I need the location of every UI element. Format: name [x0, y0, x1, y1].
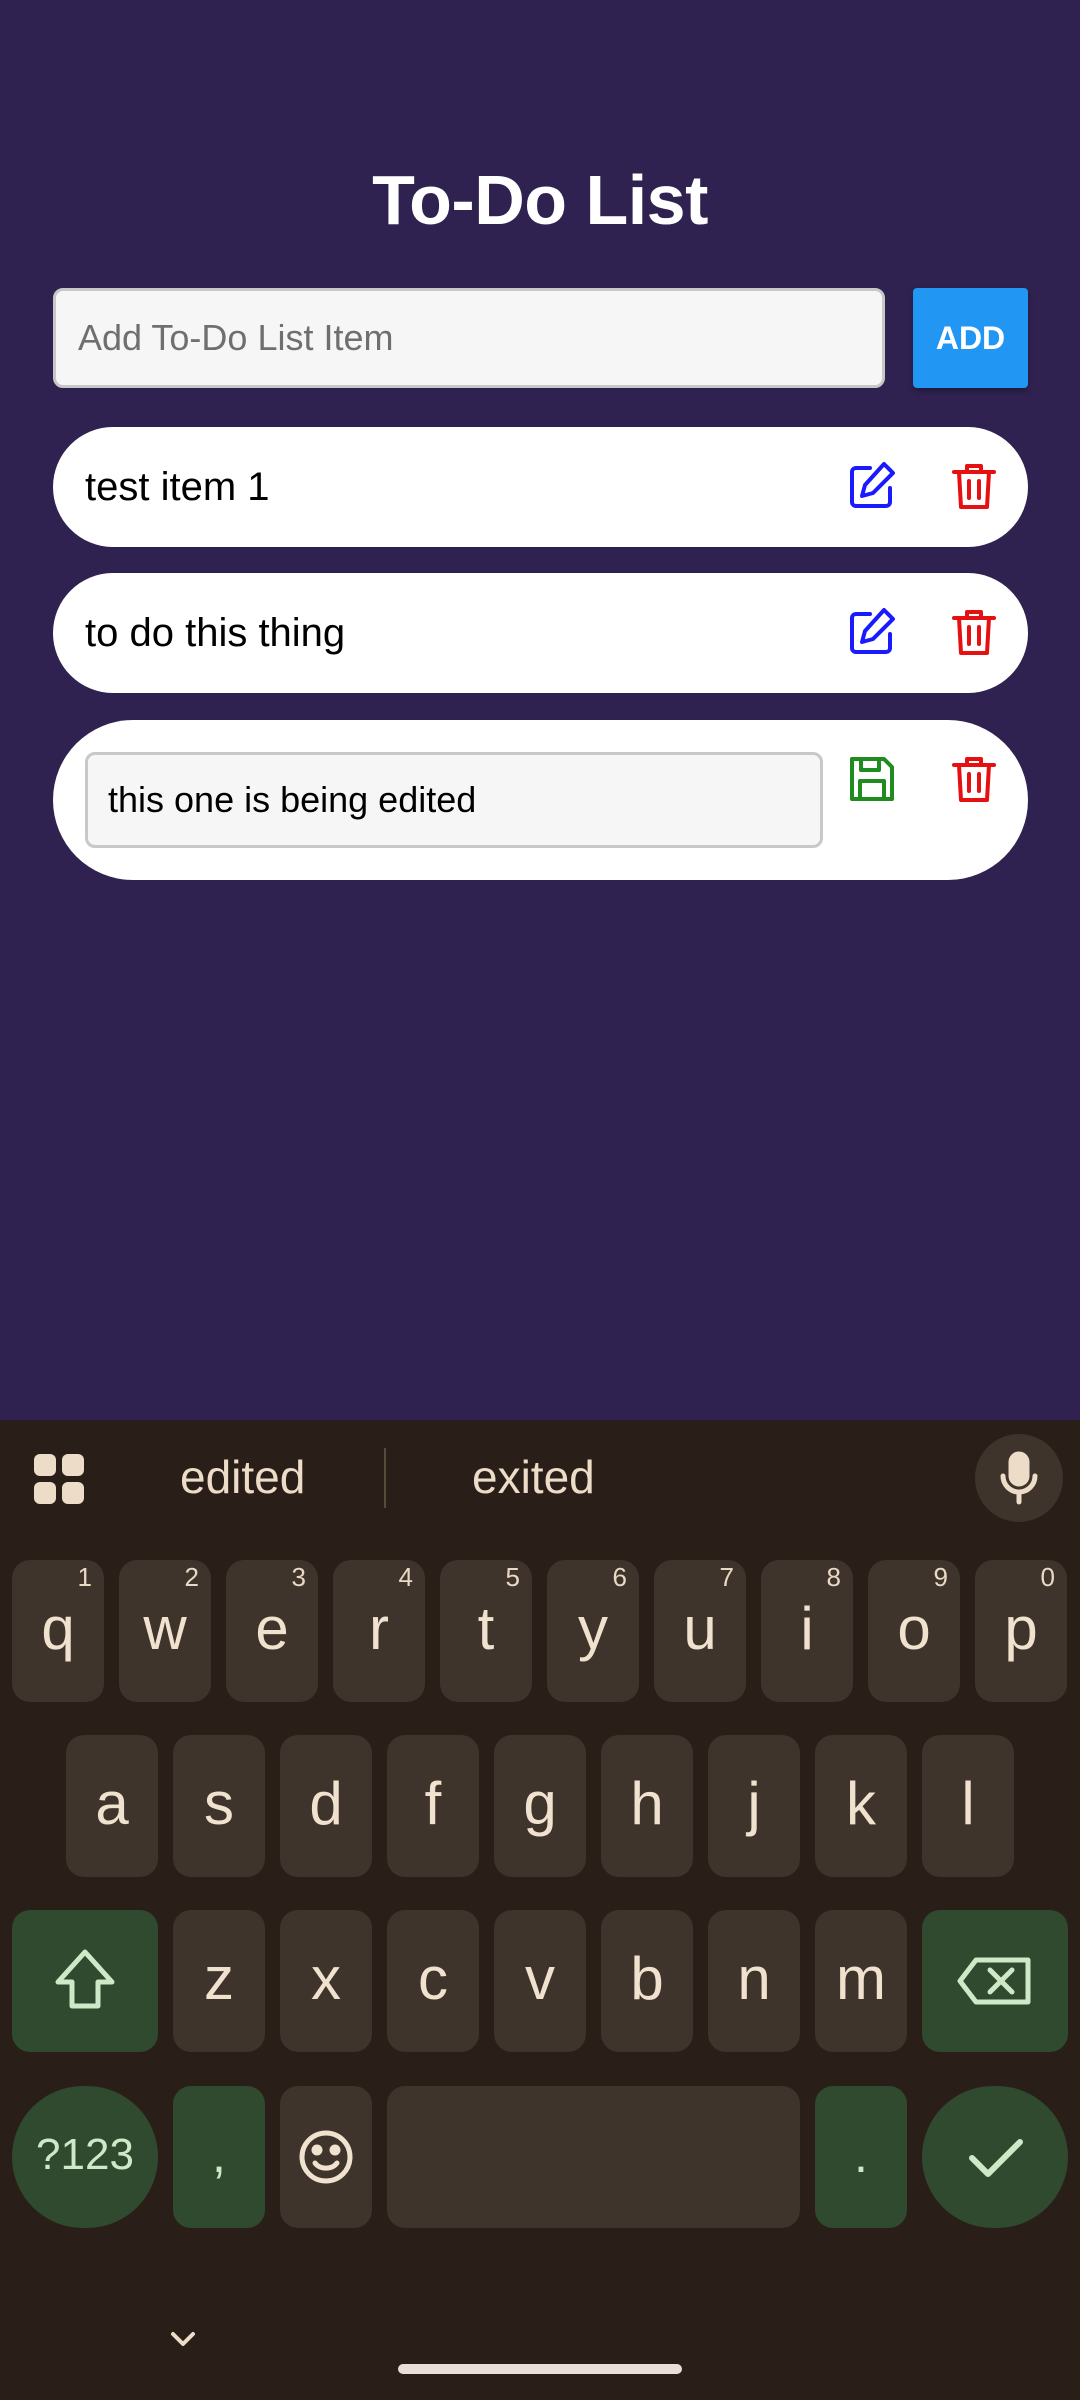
enter-key[interactable] — [922, 2086, 1068, 2228]
shift-key[interactable] — [12, 1910, 158, 2052]
todo-item-text: test item 1 — [85, 465, 270, 509]
todo-item: test item 1 — [53, 427, 1028, 547]
key-c[interactable]: c — [387, 1910, 479, 2052]
space-key[interactable] — [387, 2086, 800, 2228]
shift-icon — [55, 1949, 115, 2009]
key-o[interactable]: o9 — [868, 1560, 960, 1702]
key-p[interactable]: p0 — [975, 1560, 1067, 1702]
edit-item-input[interactable] — [85, 752, 823, 848]
key-z[interactable]: z — [173, 1910, 265, 2052]
key-d[interactable]: d — [280, 1735, 372, 1877]
comma-key[interactable]: , — [173, 2086, 265, 2228]
key-m[interactable]: m — [815, 1910, 907, 2052]
key-w[interactable]: w2 — [119, 1560, 211, 1702]
suggestion-divider — [384, 1448, 386, 1508]
key-i[interactable]: i8 — [761, 1560, 853, 1702]
edit-icon[interactable] — [846, 460, 898, 512]
period-key[interactable]: . — [815, 2086, 907, 2228]
key-l[interactable]: l — [922, 1735, 1014, 1877]
key-s[interactable]: s — [173, 1735, 265, 1877]
hide-keyboard-chevron-icon[interactable] — [160, 2316, 206, 2362]
edit-icon[interactable] — [846, 606, 898, 658]
save-icon[interactable] — [846, 753, 898, 805]
add-item-input[interactable] — [53, 288, 885, 388]
key-u[interactable]: u7 — [654, 1560, 746, 1702]
checkmark-icon — [969, 2139, 1023, 2177]
key-f[interactable]: f — [387, 1735, 479, 1877]
todo-item-editing — [53, 720, 1028, 880]
trash-icon[interactable] — [948, 606, 1000, 658]
key-y[interactable]: y6 — [547, 1560, 639, 1702]
trash-icon[interactable] — [948, 460, 1000, 512]
key-b[interactable]: b — [601, 1910, 693, 2052]
microphone-button[interactable] — [975, 1434, 1063, 1522]
apps-grid-icon[interactable] — [32, 1452, 86, 1506]
home-indicator[interactable] — [398, 2364, 682, 2374]
trash-icon[interactable] — [948, 753, 1000, 805]
todo-item-text: to do this thing — [85, 611, 346, 655]
key-v[interactable]: v — [494, 1910, 586, 2052]
suggestion-1[interactable]: edited — [180, 1450, 305, 1504]
key-e[interactable]: e3 — [226, 1560, 318, 1702]
backspace-key[interactable] — [922, 1910, 1068, 2052]
key-h[interactable]: h — [601, 1735, 693, 1877]
suggestion-2[interactable]: exited — [472, 1450, 595, 1504]
key-r[interactable]: r4 — [333, 1560, 425, 1702]
add-button[interactable]: ADD — [913, 288, 1028, 388]
todo-app: To-Do List ADD test item 1 to do this th… — [0, 0, 1080, 1420]
key-g[interactable]: g — [494, 1735, 586, 1877]
key-a[interactable]: a — [66, 1735, 158, 1877]
microphone-icon — [1000, 1451, 1038, 1505]
key-j[interactable]: j — [708, 1735, 800, 1877]
key-k[interactable]: k — [815, 1735, 907, 1877]
key-t[interactable]: t5 — [440, 1560, 532, 1702]
key-x[interactable]: x — [280, 1910, 372, 2052]
key-n[interactable]: n — [708, 1910, 800, 2052]
key-q[interactable]: q1 — [12, 1560, 104, 1702]
emoji-key[interactable] — [280, 2086, 372, 2228]
page-title: To-Do List — [372, 161, 708, 239]
symbols-key[interactable]: ?123 — [12, 2086, 158, 2228]
todo-item: to do this thing — [53, 573, 1028, 693]
backspace-icon — [957, 1957, 1031, 2005]
emoji-icon — [299, 2130, 353, 2184]
